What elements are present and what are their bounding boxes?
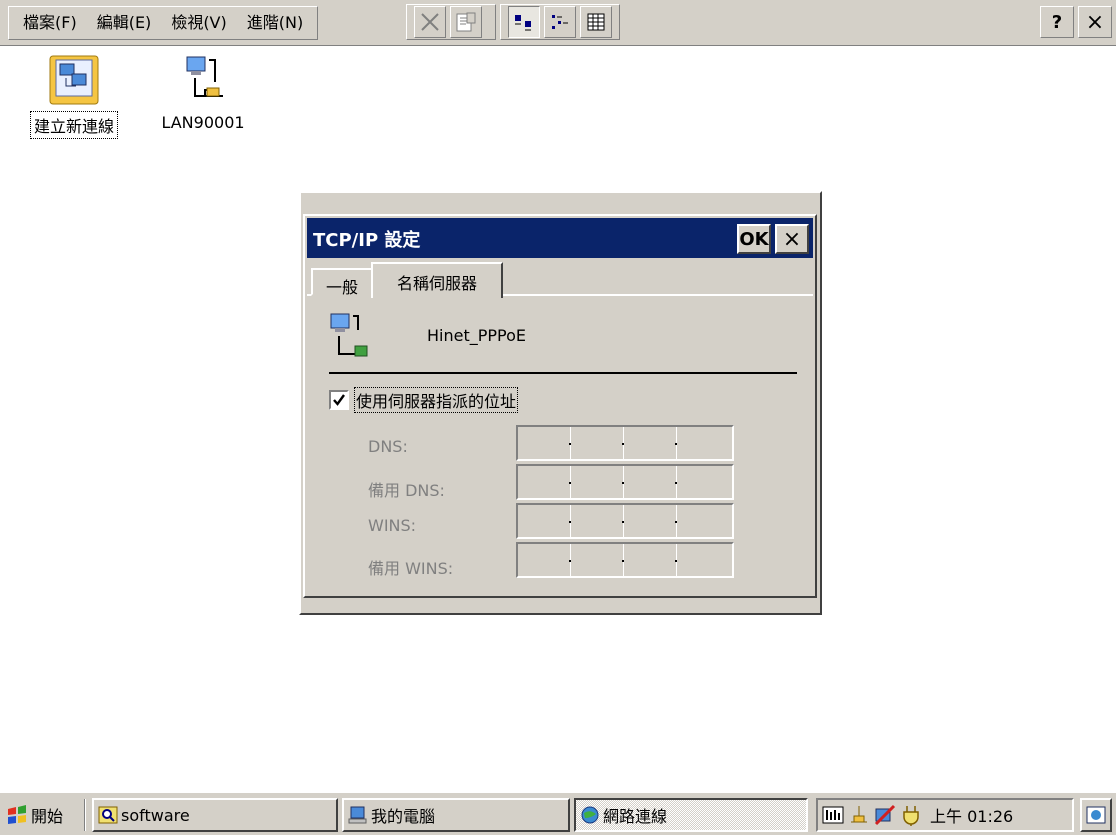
alt-wins-field[interactable] [516,542,734,578]
properties-icon [456,12,476,32]
clock[interactable]: 上午 01:26 [930,803,1013,827]
use-server-assigned-label: 使用伺服器指派的位址 [353,387,519,413]
task-label: software [121,805,190,825]
alt-dns-field[interactable] [516,464,734,500]
large-icons-icon [515,15,531,31]
small-icons-view-button[interactable] [544,6,576,38]
details-view-button[interactable] [580,6,612,38]
task-label: 我的電腦 [371,807,436,826]
properties-button[interactable] [450,6,482,38]
connection-disabled-icon[interactable] [874,804,896,826]
dialog-titlebar: TCP/IP 設定 OK × [307,218,813,258]
lan-connection-icon [186,56,223,97]
network-status-icon[interactable] [848,804,870,826]
my-computer-icon [348,806,367,824]
alt-dns-label: 備用 DNS: [368,481,445,500]
alt-wins-label: 備用 WINS: [368,559,454,578]
small-icons-icon [552,15,568,29]
wins-field[interactable] [516,503,734,539]
details-icon [587,13,605,31]
desktop-icon-new-connection[interactable]: 建立新連線 [14,54,134,139]
windows-logo-icon [8,805,26,824]
dns-field[interactable] [516,425,734,461]
use-server-assigned-checkbox[interactable] [329,390,349,410]
use-server-assigned-checkbox-row[interactable]: 使用伺服器指派的位址 [329,387,519,413]
desktop-icon-lan[interactable]: LAN90001 [148,54,258,133]
menu-file[interactable]: 檔案(F) [13,8,87,38]
search-folder-icon [98,806,118,824]
wins-label: WINS: [368,516,417,535]
network-connections-icon [581,806,599,824]
task-my-computer[interactable]: 我的電腦 [342,798,570,832]
power-plug-icon[interactable] [900,804,922,826]
menu-view[interactable]: 檢視(V) [161,8,236,38]
task-network-connections[interactable]: 網路連線 [574,798,808,832]
menu-advanced[interactable]: 進階(N) [237,8,313,38]
tcpip-settings-dialog: TCP/IP 設定 OK × 一般 名稱伺服器 Hinet_PPPoE 使用伺服… [303,214,817,598]
desktop-icon-label: LAN90001 [161,113,245,132]
delete-icon [421,13,439,31]
dns-label: DNS: [368,437,408,456]
taskbar-separator [84,799,86,831]
task-label: 網路連線 [603,807,668,826]
tab-name-servers[interactable]: 名稱伺服器 [371,262,503,298]
system-tray: 上午 01:26 [816,798,1074,832]
large-icons-view-button[interactable] [508,6,540,38]
menu-bar: 檔案(F) 編輯(E) 檢視(V) 進階(N) ? × [0,0,1116,46]
dialog-title: TCP/IP 設定 [313,230,421,251]
desktop-icon-label: 建立新連線 [29,111,119,139]
taskbar: 開始 software 我的電腦 網路連線 上午 01:26 [0,791,1116,835]
show-desktop-icon [1086,806,1106,824]
ok-button[interactable]: OK [737,224,771,254]
task-software[interactable]: software [92,798,338,832]
delete-button[interactable] [414,6,446,38]
separator [329,372,797,374]
menu-group: 檔案(F) 編輯(E) 檢視(V) 進階(N) [8,6,319,40]
start-label: 開始 [31,807,64,826]
dialog-close-button[interactable]: × [775,224,809,254]
new-connection-icon [49,55,99,105]
help-button[interactable]: ? [1040,6,1074,38]
close-button[interactable]: × [1078,6,1112,38]
desktop-button[interactable] [1080,798,1112,832]
connection-name: Hinet_PPPoE [427,326,527,345]
connection-icon [330,313,368,357]
start-button[interactable]: 開始 [4,798,84,832]
input-method-icon[interactable] [822,804,844,826]
menu-edit[interactable]: 編輯(E) [87,8,162,38]
tab-general[interactable]: 一般 [311,268,373,297]
checkmark-icon [333,394,345,406]
